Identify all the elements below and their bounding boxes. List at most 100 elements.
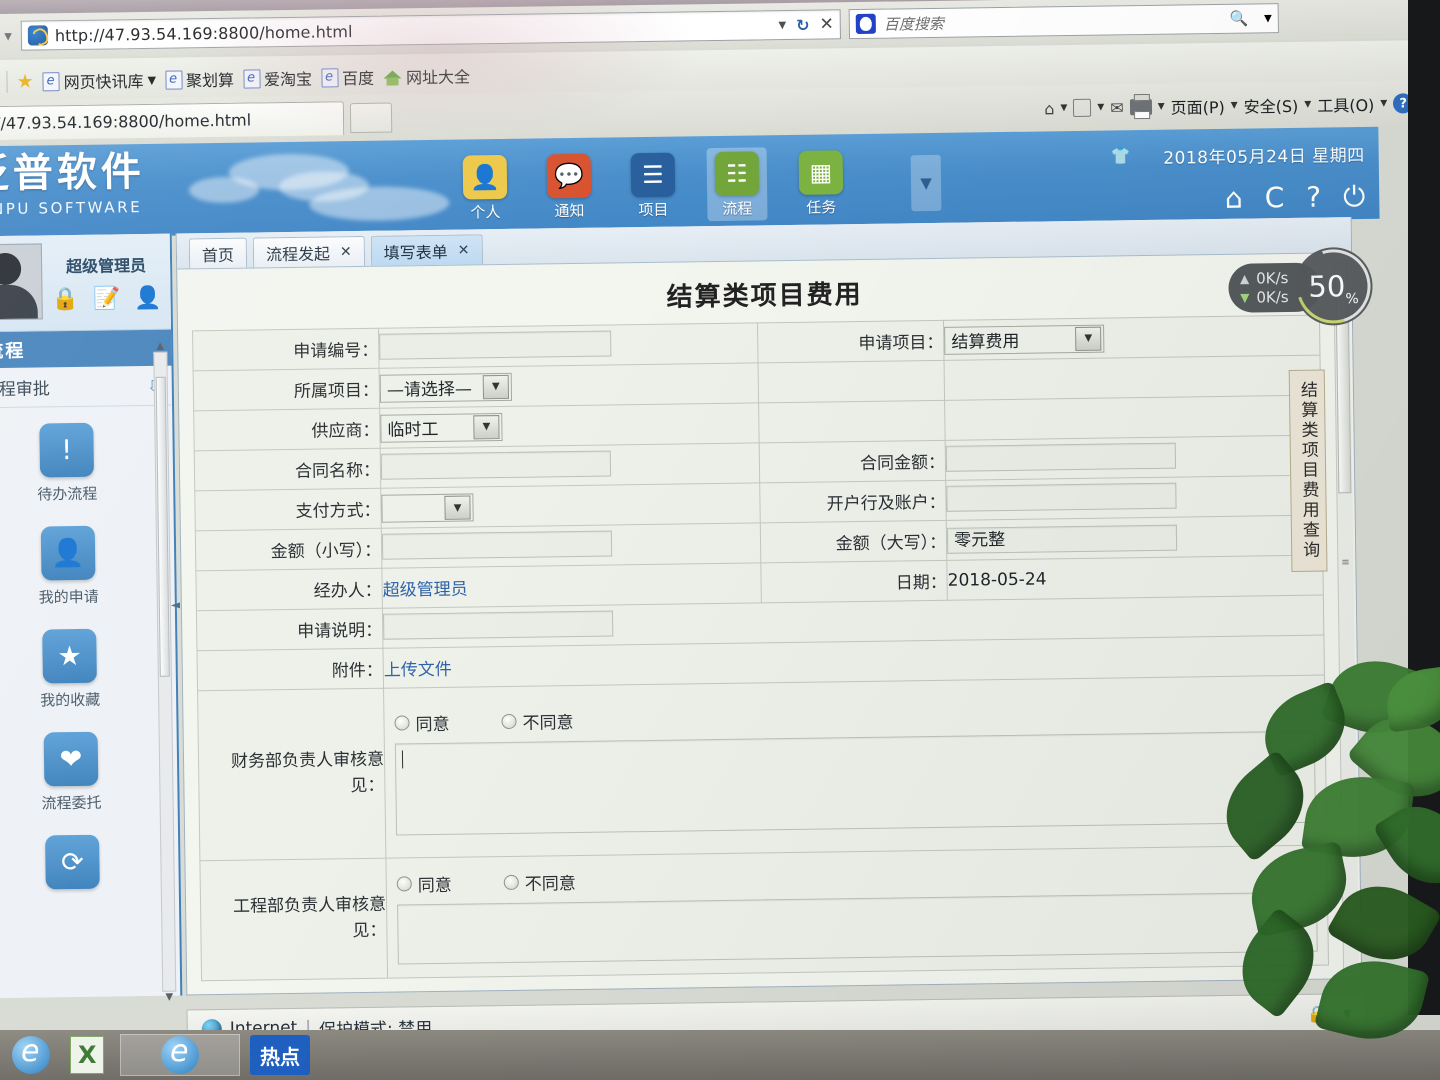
search-provider-chevron-icon[interactable]: ▼: [1264, 13, 1272, 24]
sidebar-scroll-thumb[interactable]: [155, 376, 170, 677]
tab-fill-form[interactable]: 填写表单 ✕: [370, 234, 483, 266]
nav-item-notice[interactable]: 💬 通知: [539, 150, 600, 224]
excel-icon[interactable]: [64, 1033, 110, 1077]
upload-file-link[interactable]: 上传文件: [384, 660, 452, 681]
belong-project-select[interactable]: —请选择— ▼: [379, 372, 513, 403]
refresh-icon[interactable]: C: [1264, 181, 1284, 215]
sidebar-collapse-handle[interactable]: ◄: [171, 598, 180, 612]
close-icon[interactable]: ✕: [458, 242, 470, 258]
radio-label: 不同意: [522, 713, 574, 734]
amount-uppercase-input[interactable]: 零元整: [946, 524, 1178, 554]
ie-window-button[interactable]: [120, 1034, 240, 1076]
lock-icon[interactable]: 🔒: [51, 287, 79, 312]
chevron-down-icon[interactable]: ▼: [1380, 99, 1387, 109]
radio-agree[interactable]: 同意: [396, 871, 452, 897]
favorite-label: 爱淘宝: [263, 69, 313, 90]
favorite-item-0[interactable]: 网页快讯库 ▼: [42, 68, 156, 94]
application-description-input[interactable]: [382, 609, 614, 640]
nav-item-flow[interactable]: ☷ 流程: [706, 147, 768, 222]
nav-more-button[interactable]: ▼: [910, 154, 942, 212]
print-icon[interactable]: [1129, 98, 1152, 116]
contract-name-input[interactable]: [380, 450, 612, 480]
form-table: 申请编号： 申请项目： 结算费用 ▼ 所属项目： —请选择— ▼ 供应商： 临时…: [192, 314, 1330, 982]
refresh-icon[interactable]: ↻: [796, 15, 810, 34]
chevron-down-icon[interactable]: ▼: [1060, 103, 1067, 113]
menu-tools[interactable]: 工具(O): [1317, 92, 1374, 117]
menu-safety[interactable]: 安全(S): [1244, 93, 1299, 118]
stop-icon[interactable]: ✕: [819, 14, 834, 34]
supplier-select[interactable]: 临时工 ▼: [380, 412, 503, 443]
sidebar-tile-my-favorites[interactable]: ★ 我的收藏: [0, 628, 176, 712]
chevron-down-icon[interactable]: ▼: [473, 414, 500, 439]
power-icon[interactable]: ⏻: [1343, 180, 1366, 214]
address-input[interactable]: http://47.93.54.169:8800/home.html ▼ ↻ ✕: [20, 9, 842, 51]
sidebar-tile-pending-flow[interactable]: ! 待办流程: [0, 422, 173, 506]
browser-tab-title: //47.93.54.169:8800/home.html: [0, 110, 252, 134]
profile-icon[interactable]: 👤: [134, 286, 162, 311]
zoom-lock-icon[interactable]: 🔒: [1307, 1004, 1327, 1023]
chevron-down-icon[interactable]: ▼: [482, 374, 510, 399]
chevron-down-icon[interactable]: ▼: [1343, 1007, 1352, 1020]
payment-method-select[interactable]: ▼: [381, 493, 474, 523]
home-icon[interactable]: ⌂: [1044, 99, 1054, 118]
application-item-select[interactable]: 结算费用 ▼: [944, 324, 1105, 355]
search-input[interactable]: 百度搜索 🔍 ▼: [848, 3, 1279, 40]
amount-lowercase-input[interactable]: [381, 529, 613, 560]
favorite-item-4[interactable]: 网址大全: [383, 63, 470, 88]
field-cell: —请选择— ▼: [379, 362, 759, 409]
approval-comment-textarea[interactable]: [397, 891, 1318, 965]
favorite-label: 百度: [341, 68, 375, 89]
sidebar-tile-flow-delegation[interactable]: ❤ 流程委托: [0, 731, 178, 815]
favorites-star-icon[interactable]: ★: [16, 71, 33, 93]
nav-item-personal[interactable]: 👤 个人: [455, 151, 516, 225]
application-number-input[interactable]: [379, 329, 612, 360]
rss-feed-icon[interactable]: [1073, 98, 1092, 118]
chevron-down-icon[interactable]: ▼: [1097, 103, 1104, 113]
tab-flow-initiate[interactable]: 流程发起 ✕: [252, 235, 365, 268]
network-speed-widget[interactable]: ▲ 0K/s ▼ 0K/s 50 %: [1227, 236, 1384, 337]
chevron-down-icon[interactable]: ▼: [1304, 100, 1311, 110]
chevron-down-icon[interactable]: ▼: [1158, 102, 1165, 112]
bank-account-input[interactable]: [946, 482, 1177, 512]
tab-home[interactable]: 首页: [188, 237, 248, 269]
chevron-down-icon[interactable]: ▼: [1075, 326, 1102, 351]
chevron-down-icon[interactable]: ▼: [148, 73, 157, 86]
new-tab-button[interactable]: [349, 102, 393, 134]
scroll-down-icon[interactable]: ▼: [163, 992, 175, 1003]
contract-amount-input[interactable]: [945, 442, 1177, 472]
edit-icon[interactable]: 📝: [93, 286, 121, 311]
chevron-down-icon[interactable]: ▼: [1231, 101, 1238, 111]
favorite-item-2[interactable]: 爱淘宝: [242, 66, 313, 91]
sidebar-subsection-flow-approval[interactable]: 流程审批 ⇩: [0, 365, 173, 409]
scroll-up-icon[interactable]: ▲: [154, 341, 166, 352]
approval-comment-textarea[interactable]: [394, 730, 1317, 836]
browser-tab[interactable]: //47.93.54.169:8800/home.html: [0, 101, 345, 141]
handshake-icon: ❤: [43, 731, 99, 787]
sidebar-tile-sync[interactable]: ⟳: [0, 834, 179, 891]
help-icon[interactable]: ?: [1306, 181, 1321, 215]
side-tab-query[interactable]: 结算类项目费用查询: [1288, 369, 1328, 573]
content-scrollbar[interactable]: ≡: [1333, 257, 1360, 976]
favorite-item-1[interactable]: 聚划算: [164, 67, 234, 92]
memory-gauge[interactable]: 50 %: [1283, 236, 1384, 337]
sidebar-tile-my-applications[interactable]: 👤 我的申请: [0, 525, 175, 609]
home-icon[interactable]: ⌂: [1225, 182, 1243, 216]
favorite-item-3[interactable]: 百度: [320, 65, 375, 90]
radio-disagree[interactable]: 不同意: [503, 869, 576, 895]
back-forward-icon[interactable]: ◄ ▾: [0, 27, 17, 45]
windows-taskbar: 热点: [0, 1030, 1440, 1080]
nav-item-task[interactable]: ▦ 任务: [791, 146, 852, 220]
menu-page[interactable]: 页面(P): [1170, 94, 1225, 119]
radio-disagree[interactable]: 不同意: [501, 708, 574, 734]
close-icon[interactable]: ✕: [340, 244, 352, 260]
nav-item-project[interactable]: ☰ 项目: [623, 148, 684, 222]
chevron-down-icon[interactable]: ▼: [778, 20, 786, 31]
hotspot-button[interactable]: 热点: [250, 1035, 310, 1075]
read-mail-icon[interactable]: ✉: [1110, 98, 1124, 117]
radio-agree[interactable]: 同意: [394, 710, 450, 736]
handler-link[interactable]: 超级管理员: [383, 580, 468, 601]
ie-launch-icon[interactable]: [8, 1033, 54, 1077]
chevron-down-icon[interactable]: ▼: [444, 495, 471, 520]
search-icon[interactable]: 🔍: [1229, 10, 1248, 28]
app-logo[interactable]: 泛普软件 FANPU SOFTWARE: [0, 149, 145, 218]
